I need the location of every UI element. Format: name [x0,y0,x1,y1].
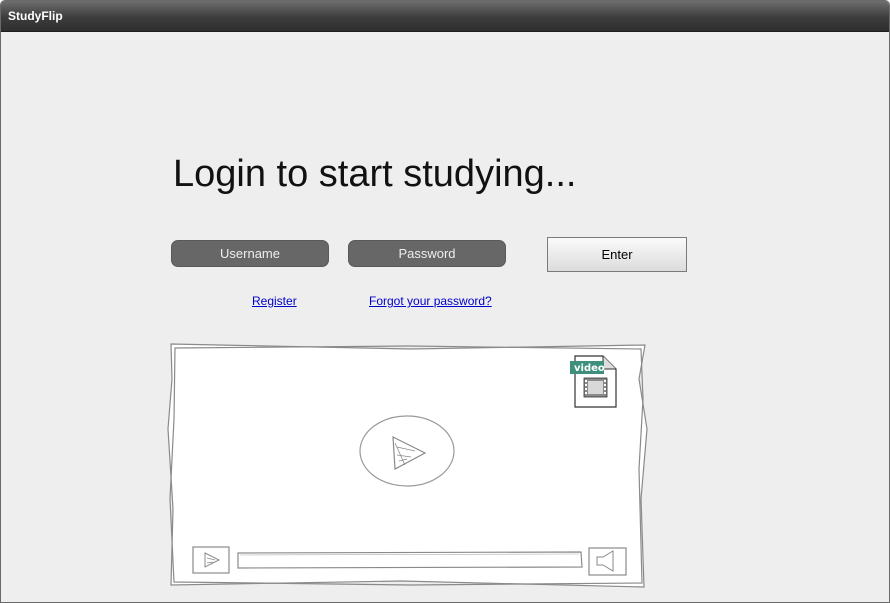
enter-button[interactable]: Enter [547,237,687,272]
title-bar[interactable]: StudyFlip [1,1,889,32]
volume-icon[interactable] [588,547,627,576]
page-heading: Login to start studying... [173,153,577,195]
play-icon[interactable] [359,415,455,487]
video-badge-label: video [574,363,605,374]
video-player[interactable]: video [161,339,661,595]
forgot-password-link[interactable]: Forgot your password? [369,294,492,308]
progress-bar[interactable] [237,551,583,569]
password-input[interactable] [348,240,506,267]
video-file-icon: video [570,355,617,408]
register-link[interactable]: Register [252,294,297,308]
username-input[interactable] [171,240,329,267]
app-window: StudyFlip Login to start studying... Ent… [0,0,890,603]
window-title: StudyFlip [8,9,63,23]
small-play-button[interactable] [192,546,230,574]
